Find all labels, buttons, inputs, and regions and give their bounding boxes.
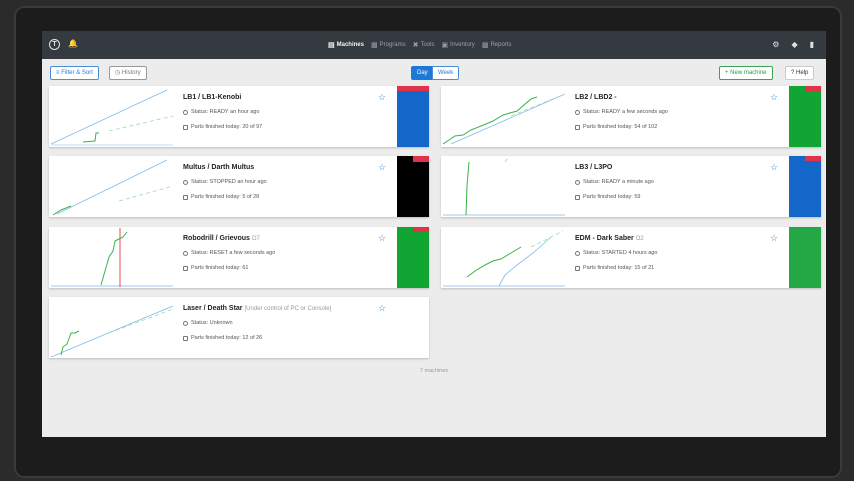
machine-count: 7 machines — [419, 368, 449, 374]
top-right-icons: ⚙ ◆ ▮ — [772, 40, 814, 49]
clock-icon — [575, 109, 580, 115]
production-chart — [50, 89, 174, 146]
production-chart — [442, 93, 566, 145]
machine-card[interactable]: LB2 / LBD2 - Status: READY a few seconds… — [441, 86, 821, 147]
status-bar — [789, 156, 821, 217]
box-icon — [575, 265, 580, 271]
nav-reports[interactable]: ▩ Reports — [482, 41, 512, 49]
machine-card[interactable]: EDM - Dark Saber O2 Status: STARTED 4 ho… — [441, 227, 821, 288]
machine-card[interactable]: LB1 / LB1-Kenobi Status: READY an hour a… — [49, 86, 429, 147]
parts-finished: Parts finished today: 59 — [575, 194, 640, 200]
nav-machines[interactable]: ▤ Machines — [328, 41, 364, 49]
machine-status: Status: STOPPED an hour ago — [183, 179, 267, 185]
box-icon — [183, 265, 188, 271]
machine-status: Status: Unknown — [183, 320, 233, 326]
star-icon[interactable]: ☆ — [770, 162, 778, 173]
machine-status: Status: READY an hour ago — [183, 109, 259, 115]
parts-finished: Parts finished today: 15 of 21 — [575, 265, 654, 271]
alarm-indicator — [413, 227, 429, 232]
status-bar — [397, 156, 429, 217]
alarm-indicator — [805, 156, 821, 161]
diamond-icon[interactable]: ◆ — [791, 40, 797, 49]
star-icon[interactable]: ☆ — [770, 233, 778, 244]
gear-icon[interactable]: ⚙ — [772, 40, 779, 49]
alarm-indicator — [397, 86, 429, 91]
machines-icon: ▤ — [328, 42, 335, 49]
nav-programs[interactable]: ▩ Programs — [371, 41, 406, 49]
app-logo[interactable]: T — [49, 39, 60, 50]
day-toggle[interactable]: Day — [411, 66, 434, 80]
machine-status: Status: STARTED 4 hours ago — [575, 250, 657, 256]
star-icon[interactable]: ☆ — [378, 162, 386, 173]
parts-finished: Parts finished today: 12 of 26 — [183, 335, 262, 341]
machine-card[interactable]: LB3 / L3PO Status: READY a minute ago Pa… — [441, 156, 821, 217]
nav-tools[interactable]: ✖ Tools — [413, 41, 435, 49]
inventory-icon: ▣ — [441, 42, 449, 49]
help-button[interactable]: ? Help — [785, 66, 815, 80]
machine-status: Status: READY a few seconds ago — [575, 109, 668, 115]
production-chart — [51, 228, 173, 287]
parts-finished: Parts finished today: 20 of 97 — [183, 124, 262, 130]
machine-name[interactable]: LB1 / LB1-Kenobi — [183, 94, 241, 101]
clock-icon — [183, 179, 188, 185]
filter-icon: ≡ — [56, 70, 60, 76]
alarm-indicator — [413, 156, 429, 162]
clock-icon — [183, 320, 188, 326]
new-machine-button[interactable]: + New machine — [719, 66, 773, 80]
box-icon — [575, 194, 580, 200]
filter-sort-button[interactable]: ≡ Filter & Sort — [50, 66, 99, 80]
machine-status: Status: RESET a few seconds ago — [183, 250, 275, 256]
tools-icon: ✖ — [412, 42, 419, 49]
clock-icon — [183, 109, 188, 115]
document-icon: ▩ — [370, 42, 378, 49]
machine-card[interactable]: Multus / Darth Multus Status: STOPPED an… — [49, 156, 429, 217]
machine-name[interactable]: Multus / Darth Multus — [183, 164, 254, 171]
star-icon[interactable]: ☆ — [770, 92, 778, 103]
star-icon[interactable]: ☆ — [378, 233, 386, 244]
box-icon — [183, 194, 188, 200]
machine-status: Status: READY a minute ago — [575, 179, 654, 185]
status-bar — [789, 227, 821, 288]
clock-icon — [183, 250, 188, 256]
box-icon — [183, 335, 188, 341]
machine-name[interactable]: Laser / Death Star [Under control of PC … — [183, 305, 331, 312]
clock-icon — [575, 179, 580, 185]
production-chart — [443, 230, 565, 287]
machine-card[interactable]: Laser / Death Star [Under control of PC … — [49, 297, 429, 358]
clock-icon — [575, 250, 580, 256]
reports-icon: ▩ — [481, 42, 489, 49]
top-navbar: T 🔔 ▤ Machines ▩ Programs ✖ Tools ▣ Inventor… — [42, 31, 826, 59]
box-icon — [183, 124, 188, 130]
machine-name[interactable]: LB2 / LBD2 - — [575, 94, 617, 101]
production-chart — [443, 158, 565, 216]
production-chart — [52, 159, 174, 216]
door-icon[interactable]: ▮ — [810, 40, 814, 49]
week-toggle[interactable]: Week — [432, 66, 460, 80]
main-nav: ▤ Machines ▩ Programs ✖ Tools ▣ Inventory ▩ R… — [328, 41, 511, 49]
star-icon[interactable]: ☆ — [378, 92, 386, 103]
clock-icon: ◷ — [115, 70, 121, 76]
status-bar — [789, 86, 821, 147]
machine-name[interactable]: Robodrill / Grievous O7 — [183, 235, 260, 242]
app-screen: T 🔔 ▤ Machines ▩ Programs ✖ Tools ▣ Inventor… — [42, 31, 826, 437]
history-button[interactable]: ◷ History — [109, 66, 147, 80]
alarm-indicator — [805, 86, 821, 91]
machine-name[interactable]: LB3 / L3PO — [575, 164, 612, 171]
status-bar — [397, 86, 429, 147]
toolbar: ≡ Filter & Sort ◷ History Day Week + New… — [42, 66, 826, 82]
parts-finished: Parts finished today: 5 of 28 — [183, 194, 259, 200]
box-icon — [575, 124, 580, 130]
parts-finished: Parts finished today: 61 — [183, 265, 248, 271]
star-icon[interactable]: ☆ — [378, 303, 386, 314]
status-bar — [397, 227, 429, 288]
production-chart — [50, 305, 174, 358]
machine-card[interactable]: Robodrill / Grievous O7 Status: RESET a … — [49, 227, 429, 288]
nav-inventory[interactable]: ▣ Inventory — [442, 41, 475, 49]
parts-finished: Parts finished today: 54 of 102 — [575, 124, 657, 130]
machine-name[interactable]: EDM - Dark Saber O2 — [575, 235, 644, 242]
bell-icon[interactable]: 🔔 — [68, 40, 78, 48]
